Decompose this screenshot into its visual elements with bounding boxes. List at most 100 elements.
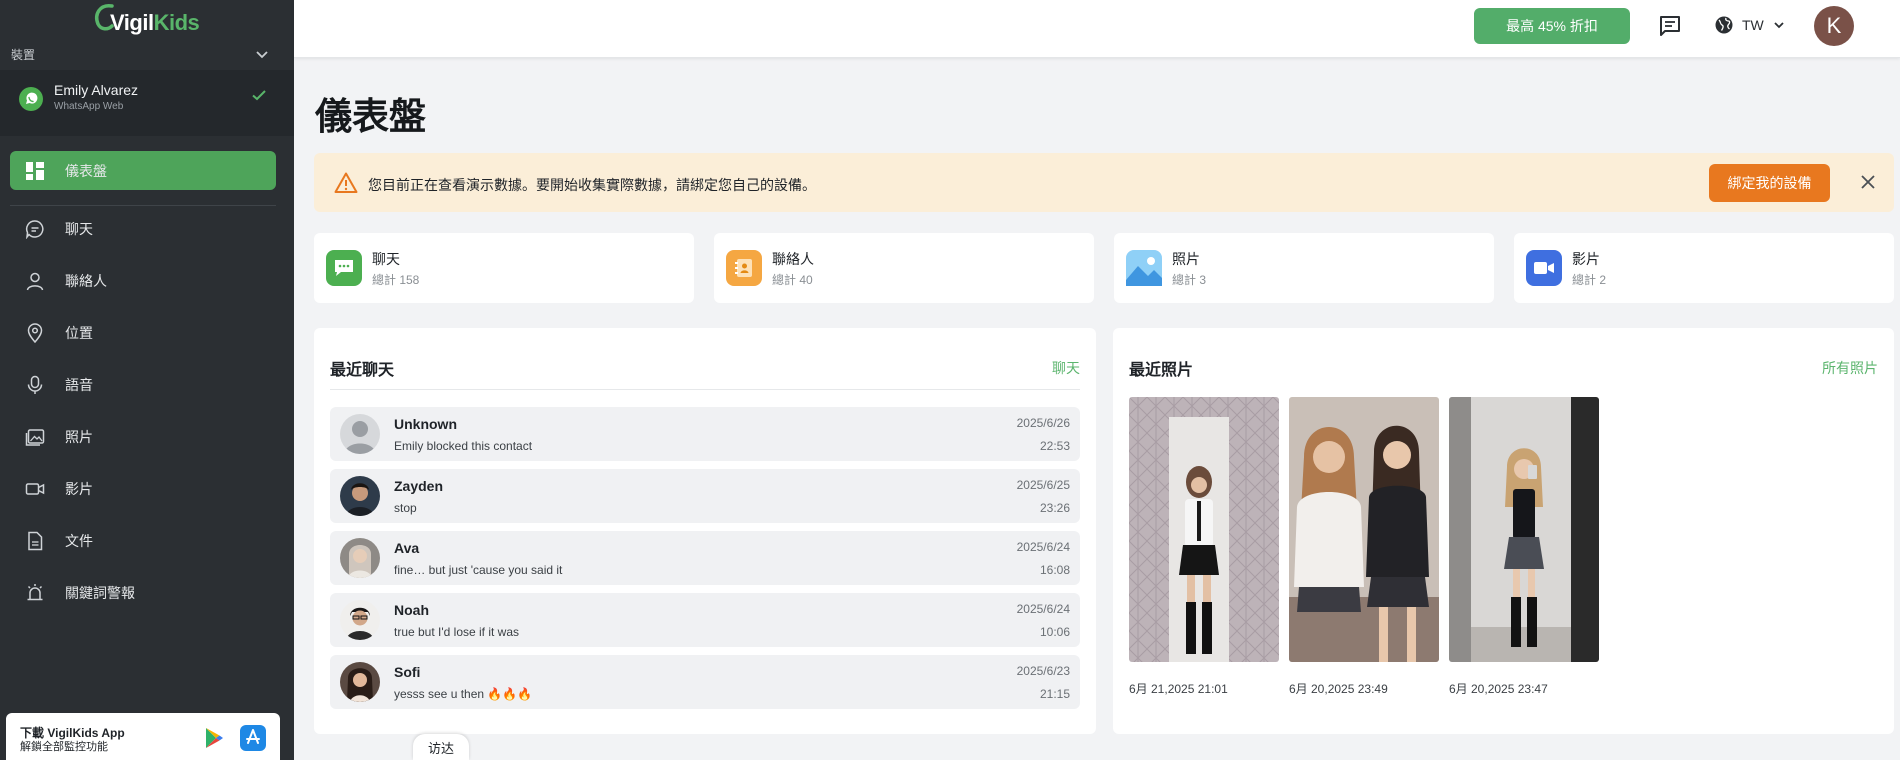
- sidebar-item-label: 文件: [65, 533, 93, 549]
- chat-row[interactable]: Zayden stop 2025/6/25 23:26: [330, 469, 1080, 523]
- chat-stat-icon: [326, 250, 362, 286]
- discount-promo-button[interactable]: 最高 45% 折扣: [1474, 8, 1630, 44]
- chat-row[interactable]: Ava fine… but just 'cause you said it 20…: [330, 531, 1080, 585]
- page-title: 儀表盤: [315, 96, 426, 137]
- stat-card-chats[interactable]: 聊天 總計 158: [314, 233, 694, 303]
- chat-row[interactable]: Unknown Emily blocked this contact 2025/…: [330, 407, 1080, 461]
- warning-icon: [334, 172, 358, 193]
- photo-thumbnail: [1129, 397, 1279, 662]
- app-promo-subtitle: 解鎖全部監控功能: [20, 741, 108, 753]
- alarm-icon: [24, 582, 46, 604]
- video-stat-icon: [1526, 250, 1562, 286]
- vigilkids-logo[interactable]: VigilKids: [92, 2, 202, 36]
- check-icon: [252, 90, 266, 101]
- stat-card-videos[interactable]: 影片 總計 2: [1514, 233, 1894, 303]
- message-date: 2025/6/25: [1016, 478, 1070, 492]
- chevron-down-icon[interactable]: [252, 44, 272, 64]
- photo-grid: 6月 21,2025 21:01 6月 20,2025 23:49 6月 20,…: [1129, 397, 1599, 697]
- view-chats-link[interactable]: 聊天: [1052, 358, 1080, 378]
- dashboard-icon: [24, 160, 46, 182]
- device-section-label: 裝置: [11, 48, 36, 62]
- chat-row[interactable]: Sofi yesss see u then 🔥🔥🔥 2025/6/23 21:1…: [330, 655, 1080, 709]
- contact-name: Ava: [394, 540, 420, 556]
- photo-date: 6月 20,2025 23:47: [1449, 682, 1548, 696]
- contact-avatar: [340, 538, 380, 578]
- message-time: 10:06: [1039, 625, 1070, 639]
- message-time: 22:53: [1039, 439, 1070, 453]
- sidebar-item-documents[interactable]: 文件: [10, 515, 276, 567]
- sidebar-item-videos[interactable]: 影片: [10, 463, 276, 515]
- photo-item[interactable]: 6月 20,2025 23:49: [1289, 397, 1439, 697]
- sidebar-item-voice[interactable]: 語音: [10, 359, 276, 411]
- stats-row: 聊天 總計 158 聯絡人 總計 40 照片 總計 3 影片 總計 2: [314, 233, 1894, 303]
- sidebar-item-dashboard[interactable]: 儀表盤: [10, 151, 276, 190]
- last-message: stop: [394, 501, 417, 515]
- photo-item[interactable]: 6月 21,2025 21:01: [1129, 397, 1279, 697]
- google-play-icon[interactable]: [202, 726, 226, 750]
- microphone-icon: [24, 374, 46, 396]
- sidebar-item-chat[interactable]: 聊天: [10, 203, 276, 255]
- sidebar-item-label: 關鍵詞警報: [65, 585, 135, 601]
- app-download-banner[interactable]: 下載 VigilKids App 解鎖全部監控功能: [6, 713, 280, 760]
- message-date: 2025/6/26: [1016, 416, 1070, 430]
- stat-count: 總計 40: [772, 273, 813, 287]
- photo-thumbnail: [1289, 397, 1439, 662]
- stat-card-contacts[interactable]: 聯絡人 總計 40: [714, 233, 1094, 303]
- notice-text: 您目前正在查看演示數據。要開始收集實際數據，請綁定您自己的設備。: [368, 177, 816, 193]
- contact-name: Noah: [394, 602, 429, 618]
- top-bar: 最高 45% 折扣 TW K: [294, 0, 1900, 58]
- photo-item[interactable]: 6月 20,2025 23:47: [1449, 397, 1599, 697]
- sidebar: VigilKids 裝置 Emily Alvarez WhatsApp Web …: [0, 0, 294, 760]
- logo-text: VigilKids: [110, 10, 200, 35]
- all-photos-link[interactable]: 所有照片: [1822, 358, 1878, 378]
- user-avatar[interactable]: K: [1814, 6, 1854, 46]
- message-date: 2025/6/24: [1016, 602, 1070, 616]
- finder-tab[interactable]: 访达: [413, 734, 469, 760]
- location-icon: [24, 322, 46, 344]
- device-selector[interactable]: Emily Alvarez WhatsApp Web: [0, 70, 294, 136]
- sidebar-item-label: 語音: [65, 377, 93, 393]
- last-message: true but I'd lose if it was: [394, 625, 520, 639]
- contact-avatar: [340, 600, 380, 640]
- device-name: Emily Alvarez: [54, 82, 139, 98]
- sidebar-item-label: 影片: [65, 481, 93, 497]
- contact-name: Zayden: [394, 478, 444, 494]
- chat-list: Unknown Emily blocked this contact 2025/…: [330, 407, 1080, 717]
- sidebar-item-label: 照片: [65, 429, 93, 445]
- sidebar-item-label: 儀表盤: [65, 162, 107, 179]
- contacts-stat-icon: [726, 250, 762, 286]
- bind-device-button[interactable]: 綁定我的設備: [1709, 164, 1830, 202]
- device-subtitle: WhatsApp Web: [54, 101, 124, 112]
- recent-photos-title: 最近照片: [1129, 362, 1194, 379]
- stat-name: 聊天: [372, 251, 400, 267]
- sidebar-item-contacts[interactable]: 聯絡人: [10, 255, 276, 307]
- recent-chats-panel: 最近聊天 聊天 Unknown Emily blocked this conta…: [314, 328, 1096, 734]
- recent-chats-title: 最近聊天: [330, 362, 395, 379]
- sidebar-item-photos[interactable]: 照片: [10, 411, 276, 463]
- photo-thumbnail: [1449, 397, 1599, 662]
- contact-avatar: [340, 662, 380, 702]
- stat-card-photos[interactable]: 照片 總計 3: [1114, 233, 1494, 303]
- message-date: 2025/6/24: [1016, 540, 1070, 554]
- stat-count: 總計 3: [1172, 273, 1207, 287]
- message-time: 23:26: [1039, 501, 1070, 515]
- stat-name: 影片: [1572, 251, 1600, 267]
- app-store-icon[interactable]: [240, 725, 266, 751]
- message-icon[interactable]: [1658, 14, 1682, 38]
- sidebar-item-location[interactable]: 位置: [10, 307, 276, 359]
- video-icon: [24, 478, 46, 500]
- document-icon: [24, 530, 46, 552]
- globe-icon: [1715, 16, 1733, 34]
- recent-photos-panel: 最近照片 所有照片 6月 21,2025 21:01 6月 20,2025 23…: [1113, 328, 1894, 734]
- panel-divider: [330, 389, 1080, 390]
- contacts-icon: [24, 270, 46, 292]
- stat-name: 聯絡人: [772, 251, 814, 267]
- language-selector[interactable]: TW: [1714, 15, 1786, 35]
- close-icon[interactable]: [1858, 172, 1878, 192]
- stat-count: 總計 2: [1572, 273, 1607, 287]
- sidebar-item-keyword-alerts[interactable]: 關鍵詞警報: [10, 567, 276, 619]
- contact-avatar: [340, 476, 380, 516]
- sidebar-item-label: 聯絡人: [65, 273, 107, 289]
- chat-row[interactable]: Noah true but I'd lose if it was 2025/6/…: [330, 593, 1080, 647]
- language-code: TW: [1742, 17, 1764, 33]
